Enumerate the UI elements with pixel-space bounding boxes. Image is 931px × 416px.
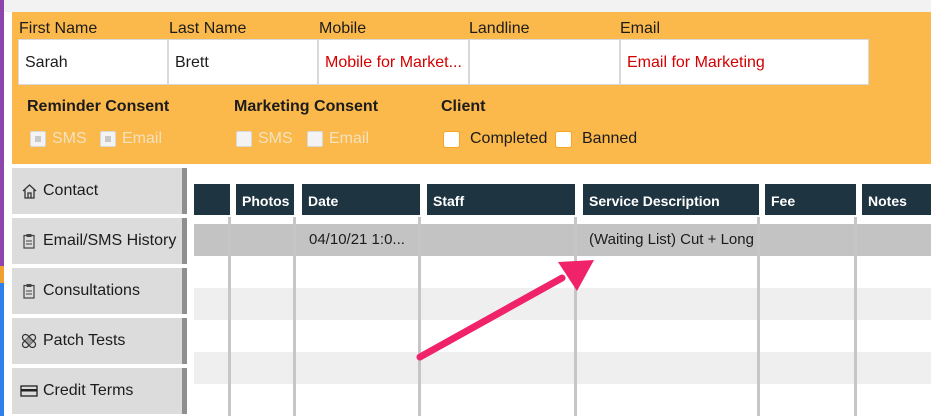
table-row-empty [194, 384, 931, 416]
landline-field[interactable] [469, 39, 620, 85]
column-header-blank[interactable] [194, 184, 230, 215]
column-divider [293, 217, 296, 416]
card-icon [19, 382, 39, 400]
checkbox-checked-icon [30, 131, 46, 147]
checkbox-empty-icon [307, 131, 323, 147]
sidebar-item-patch-tests[interactable]: Patch Tests [12, 318, 187, 364]
marketing-sms-checkbox[interactable]: SMS [236, 130, 293, 148]
column-divider [228, 217, 231, 416]
sidebar-item-label: Patch Tests [43, 332, 126, 349]
reminder-sms-checkbox[interactable]: SMS [30, 130, 87, 148]
sidebar-item-consultations[interactable]: Consultations [12, 268, 187, 314]
table-row-empty [194, 256, 931, 288]
banned-checkbox[interactable]: Banned [555, 130, 637, 148]
column-header-fee[interactable]: Fee [765, 184, 856, 215]
history-table: Photos Date Staff Service Description Fe… [194, 184, 931, 416]
sidebar-item-label: Contact [43, 182, 99, 199]
reminder-email-checkbox[interactable]: Email [100, 130, 162, 148]
checkbox-empty-icon [555, 130, 572, 148]
clipboard-icon [19, 232, 39, 250]
checkbox-empty-icon [236, 131, 252, 147]
table-row-empty [194, 320, 931, 352]
completed-checkbox[interactable]: Completed [443, 130, 547, 148]
bandage-icon [19, 332, 39, 350]
landline-label: Landline [469, 20, 530, 37]
table-row-empty [194, 352, 931, 384]
sidebar-item-label: Consultations [43, 282, 140, 299]
service-description-cell: (Waiting List) Cut + Long [589, 231, 754, 248]
sidebar-item-label: Email/SMS History [43, 232, 177, 249]
marketing-consent-title: Marketing Consent [234, 98, 379, 115]
column-divider [854, 217, 857, 416]
marketing-email-checkbox[interactable]: Email [307, 130, 369, 148]
mobile-label: Mobile [319, 20, 367, 37]
checkbox-checked-icon [100, 131, 116, 147]
sidebar-item-credit-terms[interactable]: Credit Terms [12, 368, 187, 414]
home-icon [19, 182, 39, 200]
sidebar-item-contact[interactable]: Contact [12, 168, 187, 214]
column-header-date[interactable]: Date [302, 184, 420, 215]
email-field[interactable]: Email for Marketing [620, 39, 869, 85]
checkbox-empty-icon [443, 130, 460, 148]
last-name-label: Last Name [169, 20, 247, 37]
clipboard-icon [19, 282, 39, 300]
date-cell: 04/10/21 1:0... [309, 231, 405, 248]
top-strip [4, 0, 931, 12]
sidebar-item-label: Credit Terms [43, 382, 134, 399]
column-header-notes[interactable]: Notes [862, 184, 931, 215]
table-row-empty [194, 288, 931, 320]
reminder-consent-title: Reminder Consent [27, 98, 170, 115]
column-divider [757, 217, 760, 416]
column-divider [418, 217, 421, 416]
column-header-staff[interactable]: Staff [427, 184, 575, 215]
window-edge-strip [0, 0, 4, 416]
sidebar-item-email-sms-history[interactable]: Email/SMS History [12, 218, 187, 264]
email-label: Email [620, 20, 661, 37]
column-header-photos[interactable]: Photos [236, 184, 294, 215]
last-name-field[interactable]: Brett [168, 39, 318, 85]
first-name-field[interactable]: Sarah [18, 39, 168, 85]
table-row[interactable] [194, 224, 931, 256]
column-divider [574, 217, 577, 416]
mobile-field[interactable]: Mobile for Market... [318, 39, 469, 85]
client-status-title: Client [441, 98, 486, 115]
client-details-panel: First Name Last Name Mobile Landline Ema… [12, 12, 931, 164]
first-name-label: First Name [19, 20, 98, 37]
column-header-service-description[interactable]: Service Description [583, 184, 759, 215]
